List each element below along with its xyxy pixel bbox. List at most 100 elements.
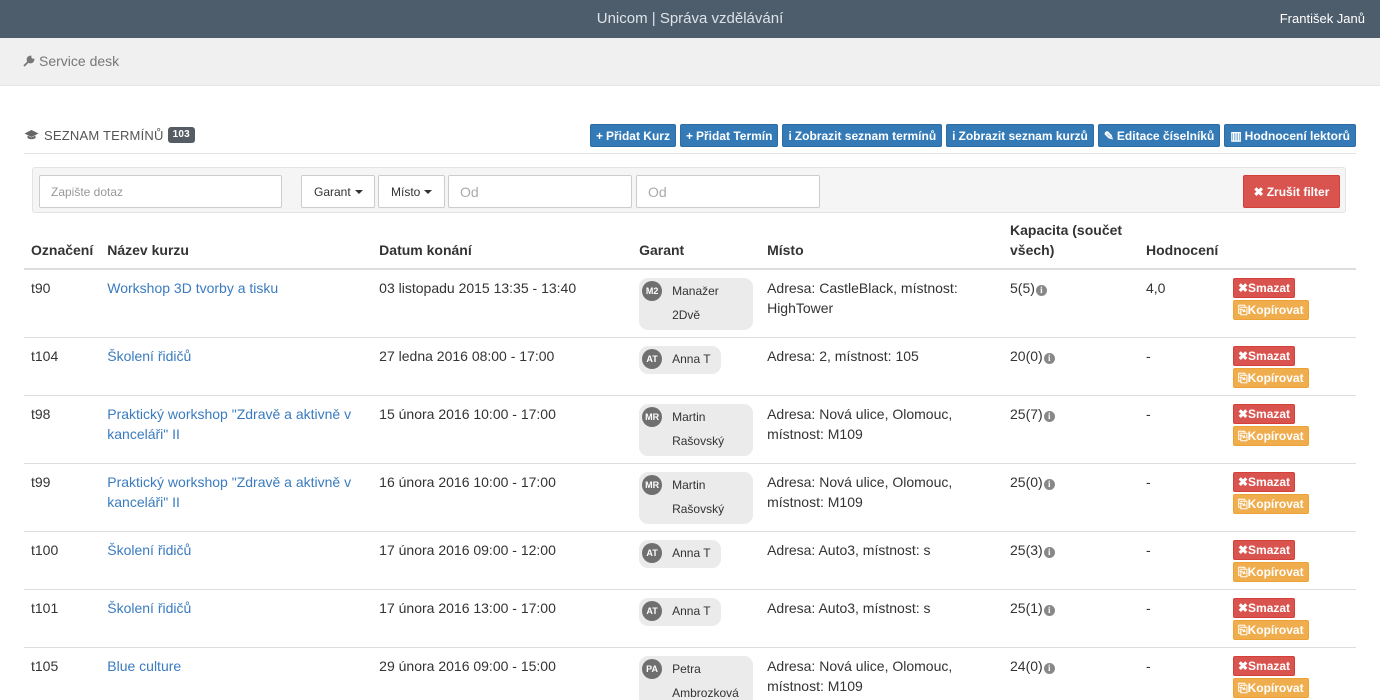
copy-label: Kopírovat bbox=[1247, 429, 1304, 443]
term-id: t100 bbox=[24, 531, 101, 590]
copy-icon: ⎘ bbox=[1237, 681, 1248, 695]
info-icon: i bbox=[952, 128, 956, 143]
rating-value: - bbox=[1138, 463, 1226, 532]
actions-cell: ✖ Smazat ⎘ Kopírovat bbox=[1225, 589, 1356, 648]
delete-label: Smazat bbox=[1248, 543, 1291, 557]
col-header-id: Označení bbox=[24, 220, 101, 270]
info-icon[interactable]: i bbox=[1043, 353, 1055, 364]
garant-dropdown[interactable]: Garant bbox=[301, 175, 375, 208]
course-link[interactable]: Workshop 3D tvorby a tisku bbox=[107, 280, 278, 296]
garant-cell: MR Martin Rašovský bbox=[632, 463, 761, 532]
course-link[interactable]: Školení řidičů bbox=[107, 542, 191, 558]
copy-button[interactable]: ⎘ Kopírovat bbox=[1232, 368, 1309, 388]
show-courses-button[interactable]: i Zobrazit seznam kurzů bbox=[946, 124, 1094, 147]
close-icon: ✖ bbox=[1237, 475, 1249, 489]
garant-chip[interactable]: M2 Manažer 2Dvě bbox=[639, 278, 754, 330]
copy-button[interactable]: ⎘ Kopírovat bbox=[1232, 300, 1309, 320]
section-header: SEZNAM TERMÍNŮ 103 + Přidat Kurz + Přidat T… bbox=[24, 124, 1356, 154]
avatar: AT bbox=[642, 349, 663, 369]
avatar: AT bbox=[642, 543, 663, 563]
capacity-cell: 24(0) i bbox=[1003, 647, 1139, 700]
clear-filter-button[interactable]: ✖ Zrušit filter bbox=[1243, 175, 1340, 208]
copy-button[interactable]: ⎘ Kopírovat bbox=[1232, 620, 1309, 640]
close-icon: ✖ bbox=[1237, 407, 1249, 421]
lecturer-rating-button[interactable]: ▥ Hodnocení lektorů bbox=[1224, 124, 1356, 147]
bar-chart-icon: ▥ bbox=[1230, 128, 1242, 143]
garant-cell: MR Martin Rašovský bbox=[632, 395, 761, 464]
course-link[interactable]: Blue culture bbox=[107, 658, 181, 674]
actions-cell: ✖ Smazat ⎘ Kopírovat bbox=[1225, 395, 1356, 464]
delete-button[interactable]: ✖ Smazat bbox=[1232, 472, 1296, 492]
info-icon[interactable]: i bbox=[1035, 285, 1047, 296]
add-term-label: Přidat Termín bbox=[695, 128, 773, 143]
garant-chip[interactable]: MR Martin Rašovský bbox=[639, 404, 754, 456]
actions-cell: ✖ Smazat ⎘ Kopírovat bbox=[1225, 647, 1356, 700]
service-desk-link[interactable]: Service desk bbox=[23, 53, 119, 69]
garant-chip[interactable]: AT Anna T bbox=[639, 346, 721, 374]
course-link[interactable]: Praktický workshop "Zdravě a aktivně v k… bbox=[107, 474, 351, 510]
close-icon: ✖ bbox=[1237, 601, 1249, 615]
term-place: Adresa: Nová ulice, Olomouc, místnost: M… bbox=[760, 647, 1004, 700]
course-link[interactable]: Školení řidičů bbox=[107, 600, 191, 616]
info-icon[interactable]: i bbox=[1043, 605, 1055, 616]
capacity-value: 20(0) bbox=[1010, 348, 1043, 364]
garant-name: Petra Ambrozková bbox=[672, 662, 739, 700]
info-icon[interactable]: i bbox=[1043, 547, 1055, 558]
search-input[interactable]: Zapište dotaz bbox=[39, 175, 282, 208]
capacity-value: 24(0) bbox=[1010, 658, 1043, 674]
capacity-cell: 5(5) i bbox=[1003, 269, 1139, 338]
page-title-text: SEZNAM TERMÍNŮ bbox=[44, 127, 164, 143]
edit-codelists-button[interactable]: ✎ Editace číselníků bbox=[1097, 124, 1221, 147]
info-icon[interactable]: i bbox=[1043, 663, 1055, 674]
term-date: 29 února 2016 09:00 - 15:00 bbox=[372, 647, 633, 700]
misto-dropdown-label: Místo bbox=[391, 184, 421, 199]
garant-chip[interactable]: MR Martin Rašovský bbox=[639, 472, 754, 524]
caret-down-icon bbox=[354, 189, 363, 194]
avatar: M2 bbox=[642, 281, 663, 301]
col-header-capacity: Kapacita (součet všech) bbox=[1003, 220, 1139, 270]
user-menu[interactable]: František Janů bbox=[1280, 11, 1365, 26]
course-link[interactable]: Praktický workshop "Zdravě a aktivně v k… bbox=[107, 406, 351, 442]
add-course-button[interactable]: + Přidat Kurz bbox=[589, 124, 676, 147]
misto-dropdown[interactable]: Místo bbox=[378, 175, 445, 208]
wrench-icon bbox=[23, 55, 35, 67]
delete-label: Smazat bbox=[1248, 475, 1291, 489]
garant-chip[interactable]: PA Petra Ambrozková bbox=[639, 656, 754, 700]
col-header-course: Název kurzu bbox=[100, 220, 373, 270]
course-link[interactable]: Školení řidičů bbox=[107, 348, 191, 364]
copy-button[interactable]: ⎘ Kopírovat bbox=[1232, 494, 1309, 514]
date-to-input[interactable]: Od bbox=[636, 175, 820, 208]
close-icon: ✖ bbox=[1237, 659, 1249, 673]
show-terms-button[interactable]: i Zobrazit seznam termínů bbox=[782, 124, 943, 147]
delete-button[interactable]: ✖ Smazat bbox=[1232, 598, 1296, 618]
delete-label: Smazat bbox=[1248, 601, 1291, 615]
info-icon[interactable]: i bbox=[1043, 479, 1055, 490]
date-from-input[interactable]: Od bbox=[448, 175, 632, 208]
garant-cell: AT Anna T bbox=[632, 589, 761, 648]
term-id: t98 bbox=[24, 395, 101, 464]
copy-button[interactable]: ⎘ Kopírovat bbox=[1232, 562, 1309, 582]
delete-button[interactable]: ✖ Smazat bbox=[1232, 656, 1296, 676]
app-title: Unicom | Správa vzdělávání bbox=[596, 10, 784, 27]
term-date: 16 února 2016 10:00 - 17:00 bbox=[372, 463, 633, 532]
plus-icon: + bbox=[685, 128, 693, 143]
action-toolbar: + Přidat Kurz + Přidat Termín i Zobrazit sezn… bbox=[589, 124, 1356, 147]
info-icon[interactable]: i bbox=[1043, 411, 1055, 422]
term-date: 27 ledna 2016 08:00 - 17:00 bbox=[372, 337, 633, 396]
copy-button[interactable]: ⎘ Kopírovat bbox=[1232, 678, 1309, 698]
garant-cell: M2 Manažer 2Dvě bbox=[632, 269, 761, 338]
delete-button[interactable]: ✖ Smazat bbox=[1232, 540, 1296, 560]
delete-button[interactable]: ✖ Smazat bbox=[1232, 346, 1296, 366]
garant-chip[interactable]: AT Anna T bbox=[639, 598, 721, 626]
term-place: Adresa: Nová ulice, Olomouc, místnost: M… bbox=[760, 395, 1004, 464]
term-place: Adresa: Auto3, místnost: s bbox=[760, 531, 1004, 590]
count-badge: 103 bbox=[167, 127, 195, 143]
actions-cell: ✖ Smazat ⎘ Kopírovat bbox=[1225, 463, 1356, 532]
add-term-button[interactable]: + Přidat Termín bbox=[679, 124, 779, 147]
course-cell: Praktický workshop "Zdravě a aktivně v k… bbox=[100, 463, 373, 532]
delete-button[interactable]: ✖ Smazat bbox=[1232, 404, 1296, 424]
copy-button[interactable]: ⎘ Kopírovat bbox=[1232, 426, 1309, 446]
table-row: t98 Praktický workshop "Zdravě a aktivně … bbox=[24, 395, 1356, 464]
garant-chip[interactable]: AT Anna T bbox=[639, 540, 721, 568]
delete-button[interactable]: ✖ Smazat bbox=[1232, 278, 1296, 298]
